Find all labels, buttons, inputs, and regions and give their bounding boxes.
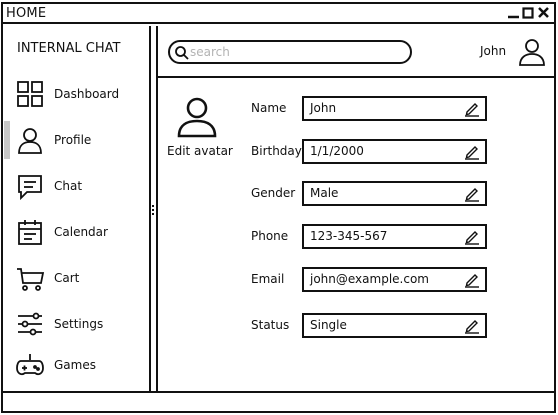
- cart-icon: [17, 268, 45, 291]
- avatar-icon[interactable]: [175, 96, 219, 138]
- edit-avatar-link[interactable]: Edit avatar: [167, 144, 233, 158]
- user-icon: [18, 128, 42, 154]
- sidebar-item-calendar[interactable]: Calendar: [3, 213, 149, 255]
- gender-value: Male: [310, 186, 339, 200]
- minimize-icon[interactable]: [507, 5, 520, 21]
- email-label: Email: [251, 272, 285, 286]
- edit-pencil-icon[interactable]: [464, 318, 480, 334]
- sidebar-item-dashboard[interactable]: Dashboard: [3, 75, 149, 117]
- email-field[interactable]: john@example.com: [302, 267, 487, 292]
- sidebar-item-profile[interactable]: Profile: [3, 121, 149, 163]
- name-value: John: [310, 101, 337, 115]
- current-user-name: John: [480, 44, 507, 58]
- birthday-value: 1/1/2000: [310, 144, 364, 158]
- status-bar-divider: [3, 391, 554, 393]
- sidebar-item-games[interactable]: Games: [3, 346, 149, 388]
- status-value: Single: [310, 318, 347, 332]
- app-title: INTERNAL CHAT: [17, 41, 121, 56]
- edit-pencil-icon[interactable]: [464, 144, 480, 160]
- name-label: Name: [251, 101, 287, 115]
- gamepad-icon: [16, 354, 44, 376]
- edit-pencil-icon[interactable]: [464, 229, 480, 245]
- dashboard-grid-icon: [17, 81, 43, 107]
- sidebar-item-label: Dashboard: [54, 87, 120, 101]
- edit-pencil-icon[interactable]: [464, 272, 480, 288]
- title-bar: HOME: [3, 4, 554, 24]
- gender-label: Gender: [251, 186, 296, 200]
- status-field[interactable]: Single: [302, 313, 487, 338]
- phone-field[interactable]: 123-345-567: [302, 224, 487, 249]
- sidebar-item-label: Profile: [54, 133, 92, 147]
- header-divider: [158, 76, 554, 78]
- sidebar-item-label: Games: [54, 358, 96, 372]
- birthday-label: Birthday: [251, 144, 302, 158]
- window-controls: [507, 5, 550, 21]
- gender-field[interactable]: Male: [302, 181, 487, 206]
- edit-pencil-icon[interactable]: [464, 101, 480, 117]
- sliders-icon: [18, 312, 42, 336]
- user-account-icon[interactable]: [517, 37, 547, 67]
- sidebar-item-settings[interactable]: Settings: [3, 305, 149, 347]
- chat-bubble-icon: [18, 175, 42, 201]
- name-field[interactable]: John: [302, 96, 487, 121]
- close-icon[interactable]: [537, 5, 550, 21]
- app-window: HOME INTERNAL CHAT Dashboard Profile Cha…: [1, 2, 556, 413]
- sidebar-item-chat[interactable]: Chat: [3, 167, 149, 209]
- phone-value: 123-345-567: [310, 229, 388, 243]
- search-icon: [175, 46, 189, 60]
- sidebar-item-cart[interactable]: Cart: [3, 259, 149, 301]
- active-indicator: [4, 121, 10, 159]
- phone-label: Phone: [251, 229, 289, 243]
- birthday-field[interactable]: 1/1/2000: [302, 139, 487, 164]
- maximize-icon[interactable]: [522, 5, 535, 21]
- sidebar: INTERNAL CHAT Dashboard Profile Chat Cal…: [3, 26, 149, 391]
- status-label: Status: [251, 318, 290, 332]
- email-value: john@example.com: [310, 272, 429, 286]
- edit-pencil-icon[interactable]: [464, 186, 480, 202]
- sidebar-item-label: Chat: [54, 179, 83, 193]
- sidebar-item-label: Calendar: [54, 225, 108, 239]
- main-content: search John Edit avatar Name John Birthd…: [158, 26, 554, 391]
- sidebar-item-label: Cart: [54, 271, 80, 285]
- search-placeholder: search: [190, 45, 230, 59]
- calendar-icon: [18, 220, 42, 245]
- window-title: HOME: [6, 6, 47, 21]
- sidebar-item-label: Settings: [54, 317, 104, 331]
- search-input[interactable]: search: [168, 40, 412, 64]
